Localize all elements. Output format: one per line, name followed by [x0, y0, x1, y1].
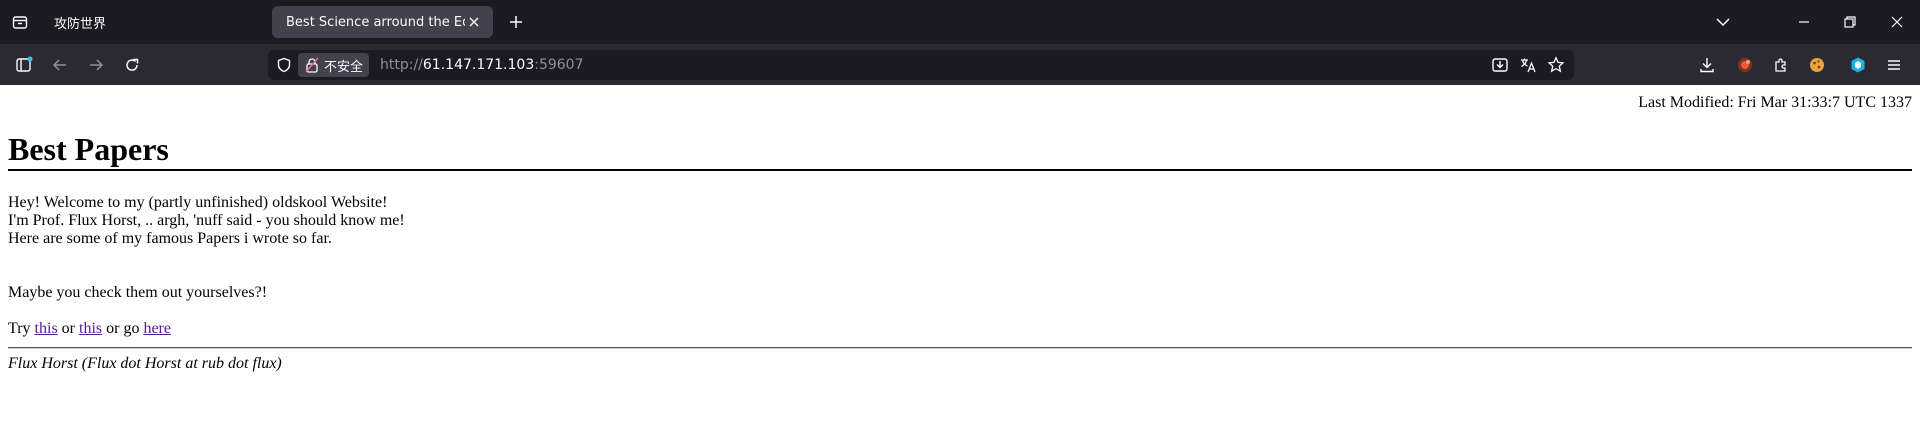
translate-icon[interactable] [1518, 55, 1538, 75]
tab-title: Best Science arround the Edge [286, 14, 465, 30]
footer-divider [8, 347, 1912, 349]
extension-red-icon[interactable] [1730, 50, 1760, 80]
url-scheme: http:// [380, 57, 423, 73]
intro-line: I'm Prof. Flux Horst, .. argh, 'nuff sai… [8, 212, 405, 229]
bookmark-star-icon[interactable] [1546, 55, 1566, 75]
extension-cookie-icon[interactable] [1802, 50, 1832, 80]
connection-not-secure-badge[interactable]: 不安全 [298, 53, 370, 77]
tracking-protection-shield-icon[interactable] [274, 55, 294, 75]
list-all-tabs-icon[interactable] [1700, 0, 1746, 44]
app-menu-icon[interactable] [1879, 50, 1909, 80]
close-window-icon[interactable] [1874, 0, 1920, 44]
install-page-icon[interactable] [1490, 55, 1510, 75]
last-modified-text: Last Modified: Fri Mar 31:33:7 UTC 1337 [1638, 94, 1912, 111]
sidebar-icon[interactable] [9, 50, 39, 80]
security-badge-label: 不安全 [324, 59, 364, 75]
tab-title: 攻防世界 [54, 16, 107, 32]
close-tab-icon[interactable] [465, 13, 483, 31]
tab-strip: 攻防世界 Best Science arround the Edge [0, 0, 1920, 44]
tab-gongfang[interactable]: 攻防世界 [40, 6, 296, 38]
url-host: 61.147.171.103 [422, 57, 535, 73]
heading-divider [8, 169, 1912, 171]
new-tab-icon[interactable] [502, 8, 530, 36]
address-bar[interactable]: 不安全 http://61.147.171.103:59607 [268, 50, 1574, 80]
reload-icon[interactable] [117, 50, 147, 80]
forward-icon[interactable] [81, 50, 111, 80]
extension-blue-cube-icon[interactable] [1843, 50, 1873, 80]
extensions-puzzle-icon[interactable] [1766, 50, 1796, 80]
try-links-line: Try this or this or go here [8, 320, 171, 338]
intro-line: Hey! Welcome to my (partly unfinished) o… [8, 194, 388, 211]
try-separator: or [57, 320, 79, 337]
url-port: :59607 [534, 57, 584, 73]
url-text[interactable]: http://61.147.171.103:59607 [380, 50, 584, 80]
author-signature: Flux Horst (Flux dot Horst at rub dot fl… [8, 355, 282, 372]
page-title: Best Papers [8, 131, 169, 167]
paper-link-1[interactable]: this [35, 320, 58, 337]
try-separator: or go [102, 320, 144, 337]
back-icon[interactable] [45, 50, 75, 80]
check-them-out-text: Maybe you check them out yourselves?! [8, 284, 268, 301]
restore-icon[interactable] [1827, 0, 1873, 44]
minimize-icon[interactable] [1781, 0, 1827, 44]
try-prefix: Try [8, 320, 35, 337]
insecure-lock-icon [304, 57, 320, 73]
intro-paragraph: Hey! Welcome to my (partly unfinished) o… [8, 194, 405, 248]
web-page-content: Last Modified: Fri Mar 31:33:7 UTC 1337 … [0, 85, 1920, 424]
paper-link-2[interactable]: this [79, 320, 102, 337]
tab-list-icon[interactable] [0, 0, 40, 44]
downloads-icon[interactable] [1692, 50, 1722, 80]
intro-line: Here are some of my famous Papers i wrot… [8, 230, 332, 247]
navigation-toolbar: 不安全 http://61.147.171.103:59607 [0, 44, 1920, 85]
here-link[interactable]: here [143, 320, 171, 337]
tab-best-science[interactable]: Best Science arround the Edge [272, 6, 493, 38]
